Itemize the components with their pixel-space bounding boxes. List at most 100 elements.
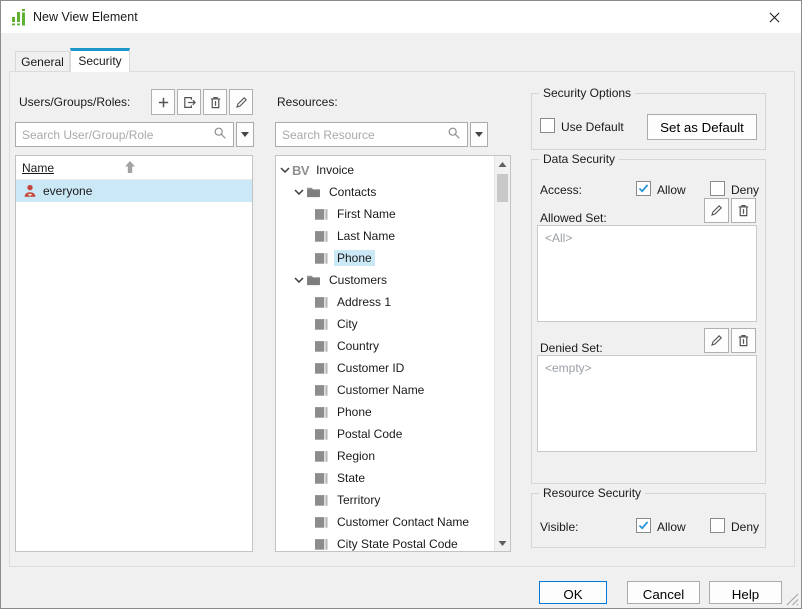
search-user-placeholder: Search User/Group/Role (22, 128, 213, 142)
dialog-title: New View Element (33, 10, 138, 24)
tree-item-label: Country (334, 338, 382, 354)
field-icon (314, 493, 330, 507)
access-label: Access: (540, 183, 582, 197)
tree-item[interactable]: Last Name (276, 225, 494, 247)
tree-item[interactable]: State (276, 467, 494, 489)
field-icon (314, 229, 330, 243)
clear-allowed-set-button[interactable] (731, 198, 756, 223)
tree-item[interactable]: City (276, 313, 494, 335)
set-as-default-button[interactable]: Set as Default (647, 114, 757, 140)
resource-security-title: Resource Security (539, 486, 645, 500)
scroll-down-icon[interactable] (495, 535, 510, 551)
tree-item[interactable]: Customers (276, 269, 494, 291)
edit-allowed-set-button[interactable] (704, 198, 729, 223)
tree-item[interactable]: Contacts (276, 181, 494, 203)
chevron-down-icon[interactable] (278, 167, 292, 173)
tree-item-label: Phone (334, 250, 375, 266)
tree-item[interactable]: Customer ID (276, 357, 494, 379)
resize-grip[interactable] (786, 593, 799, 606)
visible-allow-label: Allow (657, 520, 686, 534)
ok-button[interactable]: OK (539, 581, 607, 604)
field-icon (314, 339, 330, 353)
allowed-set-box[interactable]: <All> (537, 225, 757, 322)
visible-allow-checkbox[interactable] (636, 518, 651, 533)
delete-user-button[interactable] (203, 89, 227, 115)
denied-set-label: Denied Set: (540, 341, 603, 355)
access-deny-checkbox[interactable] (710, 181, 725, 196)
tab-security-label: Security (78, 54, 121, 68)
tree-item-label: Territory (334, 492, 383, 508)
users-list: Name everyone (15, 155, 253, 552)
search-resource-dropdown-button[interactable] (470, 122, 488, 147)
field-icon (314, 515, 330, 529)
tree-item[interactable]: Country (276, 335, 494, 357)
tree-item[interactable]: Phone (276, 247, 494, 269)
search-user-dropdown-button[interactable] (236, 122, 254, 147)
use-default-checkbox[interactable] (540, 118, 555, 133)
search-resource-placeholder: Search Resource (282, 128, 447, 142)
resource-security-group: Resource Security Visible: Allow Deny (531, 493, 766, 548)
tree-item-label: Postal Code (334, 426, 405, 442)
tree-item[interactable]: Customer Name (276, 379, 494, 401)
tree-item[interactable]: Customer Contact Name (276, 511, 494, 533)
tree-scrollbar[interactable] (494, 156, 510, 551)
field-icon (314, 537, 330, 551)
help-button[interactable]: Help (709, 581, 782, 604)
visible-deny-checkbox[interactable] (710, 518, 725, 533)
tree-item[interactable]: First Name (276, 203, 494, 225)
tree-item[interactable]: Postal Code (276, 423, 494, 445)
tree-item-label: Last Name (334, 228, 398, 244)
tree-item[interactable]: Phone (276, 401, 494, 423)
field-icon (314, 449, 330, 463)
data-security-title: Data Security (539, 152, 619, 166)
export-user-button[interactable] (177, 89, 201, 115)
tree-item-label: State (334, 470, 368, 486)
search-user-input[interactable]: Search User/Group/Role (15, 122, 234, 147)
security-options-title: Security Options (539, 86, 635, 100)
tree-item[interactable]: BV Invoice (276, 159, 494, 181)
cancel-button[interactable]: Cancel (627, 581, 700, 604)
tree-item-label: Region (334, 448, 378, 464)
tree-item[interactable]: City State Postal Code (276, 533, 494, 552)
allowed-set-value: <All> (545, 231, 572, 245)
name-column-header[interactable]: Name (22, 161, 54, 175)
chevron-down-icon[interactable] (292, 189, 306, 195)
denied-set-box[interactable]: <empty> (537, 355, 757, 452)
edit-denied-set-button[interactable] (704, 328, 729, 353)
tree-item[interactable]: Territory (276, 489, 494, 511)
business-view-icon: BV (292, 163, 309, 178)
tree-item-label: Invoice (313, 162, 357, 178)
access-allow-checkbox[interactable] (636, 181, 651, 196)
clear-denied-set-button[interactable] (731, 328, 756, 353)
visible-deny-label: Deny (731, 520, 759, 534)
scroll-up-icon[interactable] (495, 156, 510, 172)
search-icon (447, 126, 461, 143)
tree-item[interactable]: Address 1 (276, 291, 494, 313)
tab-security[interactable]: Security (70, 48, 130, 72)
scrollbar-thumb[interactable] (497, 174, 508, 202)
edit-user-button[interactable] (229, 89, 253, 115)
tree-item-label: Address 1 (334, 294, 394, 310)
search-resource-input[interactable]: Search Resource (275, 122, 468, 147)
users-groups-roles-label: Users/Groups/Roles: (19, 95, 130, 109)
denied-set-value: <empty> (545, 361, 592, 375)
tree-item-label: Customers (326, 272, 390, 288)
data-security-group: Data Security Access: Allow Deny Allowed… (531, 159, 766, 484)
title-bar: New View Element (1, 1, 801, 33)
folder-icon (306, 185, 322, 199)
tree-item[interactable]: Region (276, 445, 494, 467)
use-default-label: Use Default (561, 120, 624, 134)
tree-item-label: City (334, 316, 361, 332)
close-icon[interactable] (761, 5, 787, 29)
sort-ascending-icon (124, 160, 136, 177)
add-user-button[interactable] (151, 89, 175, 115)
field-icon (314, 361, 330, 375)
chevron-down-icon[interactable] (292, 277, 306, 283)
tree-item-label: Customer Contact Name (334, 514, 472, 530)
tree-item-label: City State Postal Code (334, 536, 461, 552)
user-row[interactable]: everyone (16, 180, 252, 202)
users-list-header[interactable]: Name (16, 156, 252, 180)
resource-tree: BV Invoice ContactsFirst Name Last Name Phon… (275, 155, 511, 552)
tab-general[interactable]: General (15, 51, 70, 72)
tab-general-label: General (21, 55, 64, 69)
